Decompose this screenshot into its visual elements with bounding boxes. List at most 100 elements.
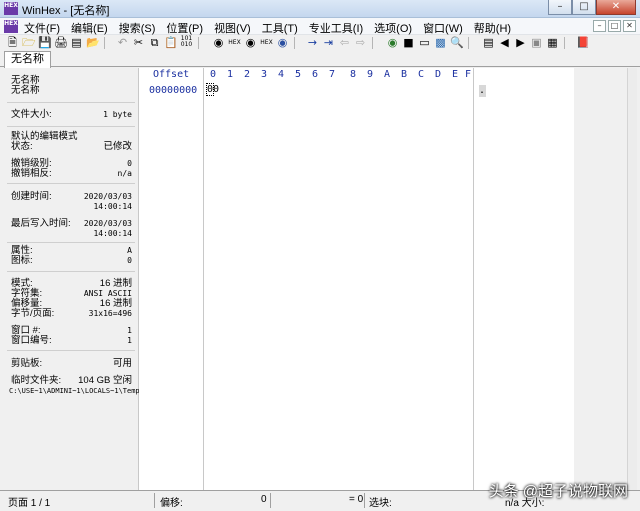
replace-text-icon[interactable]: ◉ bbox=[244, 36, 257, 49]
paste-icon[interactable]: 📋 bbox=[164, 36, 178, 49]
menu-window[interactable]: 窗口(W) bbox=[423, 20, 463, 36]
hex-byte-00[interactable]: 00 bbox=[205, 83, 219, 96]
grid-icon[interactable]: ▦ bbox=[546, 36, 559, 49]
bytes-per-page-label: 字节/页面: bbox=[11, 308, 55, 319]
menu-tools[interactable]: 工具(T) bbox=[262, 20, 298, 36]
column-header-b: B bbox=[401, 69, 408, 80]
column-header-3: 3 bbox=[261, 69, 268, 80]
file-name-line2: 无名称 bbox=[11, 85, 40, 96]
temp-folder-path: C:\USE~1\ADMINI~1\LOCALS~1\Temp bbox=[9, 387, 140, 395]
temp-folder-label: 临时文件夹: bbox=[11, 375, 62, 386]
state-label: 状态: bbox=[11, 141, 33, 152]
maximize-button[interactable]: □ bbox=[572, 0, 596, 15]
menu-bar: HEX 文件(F) 编辑(E) 搜索(S) 位置(P) 视图(V) 工具(T) … bbox=[0, 18, 640, 35]
icon-value: 0 bbox=[127, 256, 132, 265]
window-number-value: 1 bbox=[127, 326, 132, 335]
prev-icon[interactable]: ◀ bbox=[498, 36, 511, 49]
file-size-value: 1 byte bbox=[103, 110, 132, 119]
find-hex-icon[interactable]: HEX bbox=[228, 36, 241, 49]
last-write-date: 2020/03/03 bbox=[83, 219, 132, 228]
find-text-icon[interactable]: ◉ bbox=[212, 36, 225, 49]
menu-file[interactable]: 文件(F) bbox=[24, 20, 60, 36]
tab-untitled[interactable]: 无名称 bbox=[4, 51, 51, 68]
created-time: 14:00:14 bbox=[93, 202, 132, 211]
calculator-icon[interactable]: ▩ bbox=[434, 36, 447, 49]
document-menu-icon[interactable]: HEX bbox=[4, 20, 18, 33]
save-icon[interactable]: 💾 bbox=[38, 36, 52, 49]
menu-help[interactable]: 帮助(H) bbox=[474, 20, 511, 36]
open-drive-icon[interactable]: ◉ bbox=[386, 36, 399, 49]
column-header-0: 0 bbox=[210, 69, 217, 80]
info-panel: 无名称 无名称 文件大小: 1 byte 默认的编辑模式 状态: 已修改 撤销级… bbox=[3, 68, 140, 490]
menu-options[interactable]: 选项(O) bbox=[374, 20, 412, 36]
next-icon[interactable]: ▶ bbox=[514, 36, 527, 49]
watermark: 头条 @超子说物联网 bbox=[488, 483, 628, 500]
camera-icon[interactable]: ▣ bbox=[530, 36, 543, 49]
window-controls: – □ ✕ bbox=[548, 0, 636, 15]
ram-icon[interactable]: ▭ bbox=[418, 36, 431, 49]
minimize-button[interactable]: – bbox=[548, 0, 572, 15]
close-button[interactable]: ✕ bbox=[596, 0, 636, 15]
hex-byte-low-nibble[interactable]: 0 bbox=[213, 84, 219, 95]
icon-label: 图标: bbox=[11, 255, 33, 266]
menu-pro-tools[interactable]: 专业工具(I) bbox=[309, 20, 363, 36]
status-equals-value: = 0 bbox=[349, 494, 364, 505]
window-title: WinHex - [无名称] bbox=[22, 5, 110, 17]
open-disk-icon[interactable]: 📂 bbox=[86, 36, 100, 49]
properties-icon[interactable]: ▤ bbox=[70, 36, 83, 49]
column-header-8: 8 bbox=[350, 69, 357, 80]
new-file-icon[interactable]: 🗎 bbox=[6, 36, 19, 49]
undo-reverse-label: 撤销相反: bbox=[11, 168, 52, 179]
menu-view[interactable]: 视图(V) bbox=[214, 20, 251, 36]
find-again-icon[interactable]: ◉ bbox=[276, 36, 289, 49]
forward-icon[interactable]: ⇨ bbox=[354, 36, 367, 49]
open-folder-icon[interactable]: 🗁 bbox=[22, 36, 36, 49]
column-header-9: 9 bbox=[367, 69, 374, 80]
menu-search[interactable]: 搜索(S) bbox=[119, 20, 156, 36]
status-page: 页面 1 / 1 bbox=[8, 498, 51, 509]
help-book-icon[interactable]: 📕 bbox=[576, 36, 590, 49]
doc-minimize-button[interactable]: – bbox=[593, 20, 606, 32]
column-header-1: 1 bbox=[227, 69, 234, 80]
print-icon[interactable]: 🖨 bbox=[54, 36, 68, 49]
column-header-e: E bbox=[452, 69, 459, 80]
right-gray-area bbox=[574, 68, 627, 490]
status-selection-label: 选块: bbox=[369, 498, 392, 509]
cut-icon[interactable]: ✂ bbox=[132, 36, 145, 49]
replace-hex-icon[interactable]: HEX bbox=[260, 36, 273, 49]
clipboard-label: 剪贴板: bbox=[11, 358, 43, 369]
column-header-2: 2 bbox=[244, 69, 251, 80]
doc-restore-button[interactable]: □ bbox=[608, 20, 621, 32]
row-offset: 00000000 bbox=[149, 85, 198, 96]
doc-close-button[interactable]: ✕ bbox=[623, 20, 636, 32]
tab-bar: 无名称 bbox=[0, 51, 640, 68]
column-header-a: A bbox=[384, 69, 391, 80]
created-label: 创建时间: bbox=[11, 191, 52, 202]
goto-offset-icon[interactable]: → bbox=[306, 36, 319, 49]
menu-edit[interactable]: 编辑(E) bbox=[71, 20, 108, 36]
column-header-d: D bbox=[435, 69, 442, 80]
hex-editor[interactable]: Offset 0 1 2 3 4 5 6 7 8 9 A B C D E F 0… bbox=[139, 68, 574, 490]
disk-icon[interactable]: ■ bbox=[402, 36, 415, 49]
undo-level-value: 0 bbox=[127, 159, 132, 168]
back-icon[interactable]: ⇦ bbox=[338, 36, 351, 49]
column-header-4: 4 bbox=[278, 69, 285, 80]
copy-icon[interactable]: ⧉ bbox=[148, 36, 161, 49]
search-icon[interactable]: 🔍 bbox=[450, 36, 464, 49]
offset-header: Offset bbox=[153, 69, 190, 80]
text-char-cell[interactable]: . bbox=[479, 85, 486, 97]
goto-page-icon[interactable]: ⇥ bbox=[322, 36, 335, 49]
window-id-label: 窗口编号: bbox=[11, 335, 52, 346]
winhex-app-icon[interactable]: HEX bbox=[4, 2, 18, 15]
attributes-value: A bbox=[127, 246, 132, 255]
status-offset-value: 0 bbox=[261, 494, 267, 505]
ruler-icon[interactable]: ▤ bbox=[482, 36, 495, 49]
file-size-label: 文件大小: bbox=[11, 109, 52, 120]
write-binary-icon[interactable]: 101 010 bbox=[180, 36, 193, 49]
menu-position[interactable]: 位置(P) bbox=[166, 20, 203, 36]
column-header-c: C bbox=[418, 69, 425, 80]
undo-icon[interactable]: ↶ bbox=[116, 36, 129, 49]
status-offset-label: 偏移: bbox=[160, 498, 183, 509]
state-value: 已修改 bbox=[103, 141, 132, 152]
vertical-scrollbar[interactable] bbox=[627, 68, 637, 490]
